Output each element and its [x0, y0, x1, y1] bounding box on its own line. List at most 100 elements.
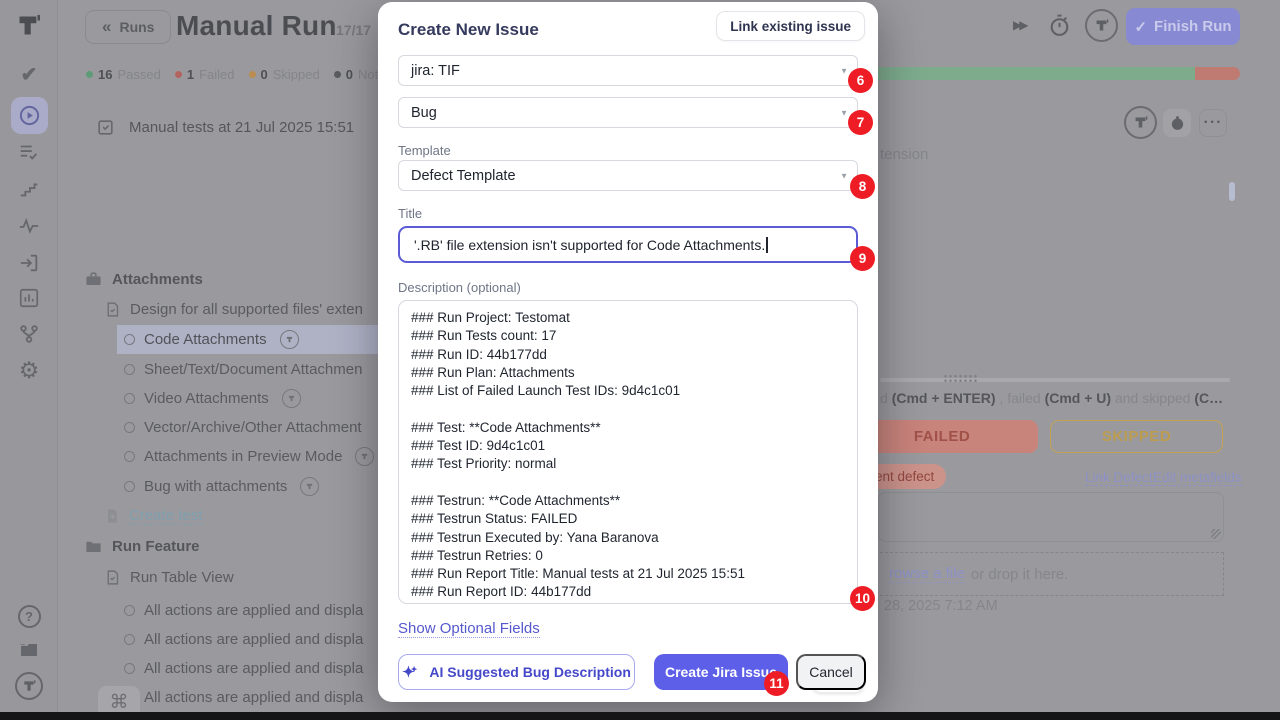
scrollbar-thumb[interactable]	[1229, 182, 1235, 201]
play-run-icon[interactable]	[0, 104, 58, 127]
horizontal-scroll-track[interactable]	[880, 378, 1230, 382]
comment-textarea[interactable]	[878, 492, 1224, 542]
ai-suggested-description-button[interactable]: ✦✦ AI Suggested Bug Description	[398, 654, 635, 690]
chevron-down-icon: ▼	[840, 108, 848, 117]
description-label: Description (optional)	[398, 280, 521, 295]
stat-skipped: 0Skipped	[249, 67, 320, 82]
chevron-down-icon: ▼	[840, 66, 848, 75]
edit-metafields-link[interactable]: Edit metafields	[1153, 470, 1242, 486]
issue-type-select[interactable]: Bug ▼	[398, 97, 858, 128]
test-status-icon	[124, 422, 135, 433]
gear-icon[interactable]: ⚙	[0, 359, 58, 382]
timestamp: 28, 2025 7:12 AM	[884, 598, 998, 614]
run-header[interactable]: Manual tests at 21 Jul 2025 15:51	[96, 118, 354, 137]
test-status-icon	[124, 393, 135, 404]
testomat-badge-icon[interactable]	[1085, 9, 1118, 42]
sparkles-icon: ✦✦	[402, 663, 421, 681]
tree-create-test[interactable]: Create test	[104, 501, 202, 530]
testomat-mini-badge-icon	[355, 447, 374, 466]
check-icon[interactable]: ✔	[0, 65, 58, 85]
fast-forward-icon[interactable]: ▶▶	[1013, 18, 1025, 32]
step-badge-10: 10	[850, 586, 875, 611]
testomat-logo-icon	[15, 12, 42, 44]
tracker-select[interactable]: jira: TIF ▼	[398, 55, 858, 86]
file-dropzone[interactable]: rowse a file or drop it here.	[860, 552, 1224, 596]
doc-title-fragment: tension	[880, 146, 928, 163]
finish-run-button[interactable]: ✓ Finish Run	[1126, 8, 1240, 45]
tree-test-code-attachments[interactable]: Code Attachments	[124, 325, 299, 354]
test-status-icon	[124, 481, 135, 492]
tree-doc-run-table-view[interactable]: Run Table View	[104, 563, 234, 592]
more-options-button[interactable]: ···	[1199, 109, 1227, 137]
tree-suite-attachments[interactable]: Attachments	[84, 265, 203, 294]
drag-handle-icon[interactable]	[943, 374, 977, 383]
text-cursor	[766, 237, 768, 253]
template-label: Template	[398, 143, 451, 158]
test-status-icon	[124, 663, 135, 674]
page-title: Manual Run	[176, 10, 337, 42]
testomat-logo-icon[interactable]	[0, 672, 58, 700]
left-icon-rail: ✔ ⚙ ?	[0, 0, 58, 720]
test-status-icon	[124, 605, 135, 616]
testomat-mini-badge-icon	[282, 389, 301, 408]
test-status-icon	[124, 334, 135, 345]
folders-icon[interactable]	[0, 638, 58, 662]
document-check-icon	[104, 569, 121, 586]
help-icon[interactable]: ?	[0, 605, 58, 628]
steps-icon[interactable]	[0, 178, 58, 200]
issue-title-input[interactable]: '.RB' file extension isn't supported for…	[398, 226, 858, 263]
document-check-icon	[104, 301, 121, 318]
link-existing-issue-button[interactable]: Link existing issue	[716, 11, 865, 41]
browse-file-link[interactable]: rowse a file	[889, 565, 965, 583]
tree-test-action-row[interactable]: All actions are applied and displa	[124, 625, 363, 654]
failed-dot-icon	[175, 71, 182, 78]
resize-handle-icon[interactable]	[1211, 529, 1221, 539]
tree-test-action-row[interactable]: All actions are applied and displa	[124, 683, 363, 712]
tree-test-action-row[interactable]: All actions are applied and displa	[124, 596, 363, 625]
suite-icon	[84, 270, 103, 289]
passed-dot-icon	[86, 71, 93, 78]
tree-test-video[interactable]: Video Attachments	[124, 384, 301, 413]
title-label: Title	[398, 206, 422, 221]
file-plus-icon	[104, 508, 120, 524]
testomat-mini-badge-icon	[300, 477, 319, 496]
bar-chart-icon[interactable]	[0, 287, 58, 309]
tree-test-vector[interactable]: Vector/Archive/Other Attachment	[124, 413, 362, 442]
show-optional-fields-link[interactable]: Show Optional Fields	[398, 620, 540, 638]
test-counter: 17/17	[336, 22, 371, 38]
create-new-issue-modal: Create New Issue Link existing issue jir…	[378, 2, 878, 702]
branch-icon[interactable]	[0, 323, 58, 345]
folder-icon	[84, 537, 103, 556]
notrun-dot-icon	[334, 71, 341, 78]
test-status-icon	[124, 451, 135, 462]
tree-test-bug-with-attachments[interactable]: Bug with attachments	[124, 472, 319, 501]
progress-failed-segment	[1195, 67, 1240, 80]
tree-test-sheet[interactable]: Sheet/Text/Document Attachmen	[124, 355, 362, 384]
test-status-icon	[124, 364, 135, 375]
skipped-dot-icon	[249, 71, 256, 78]
tree-test-preview-mode[interactable]: Attachments in Preview Mode	[124, 442, 374, 471]
tree-doc-design[interactable]: Design for all supported files' exten	[104, 295, 363, 324]
step-badge-9: 9	[850, 246, 875, 271]
link-defect-link[interactable]: Link Defect	[1085, 470, 1153, 486]
back-chevrons-icon: «	[102, 17, 111, 37]
list-check-icon[interactable]	[0, 141, 58, 163]
mark-skipped-button[interactable]: SKIPPED	[1050, 420, 1223, 453]
runs-label: Runs	[119, 19, 154, 35]
cancel-button[interactable]: Cancel	[796, 654, 866, 690]
step-badge-6: 6	[848, 68, 873, 93]
back-to-runs-button[interactable]: « Runs	[85, 10, 171, 44]
stopwatch-button[interactable]	[1163, 109, 1191, 137]
pulse-icon[interactable]	[0, 215, 58, 237]
timer-icon[interactable]	[1047, 13, 1072, 43]
sign-in-icon[interactable]	[0, 252, 58, 274]
status-shortcuts-hint: d (Cmd + ENTER) , failed (Cmd + U) and s…	[880, 390, 1223, 406]
tree-folder-run-feature[interactable]: Run Feature	[84, 532, 200, 561]
test-status-icon	[124, 634, 135, 645]
step-badge-7: 7	[848, 110, 873, 135]
template-select[interactable]: Defect Template ▼	[398, 160, 858, 191]
run-progress-bar	[820, 67, 1240, 80]
tree-test-action-row[interactable]: All actions are applied and displa	[124, 654, 363, 683]
testomat-badge-icon[interactable]	[1124, 106, 1157, 139]
issue-description-textarea[interactable]: ### Run Project: Testomat ### Run Tests …	[398, 300, 858, 604]
